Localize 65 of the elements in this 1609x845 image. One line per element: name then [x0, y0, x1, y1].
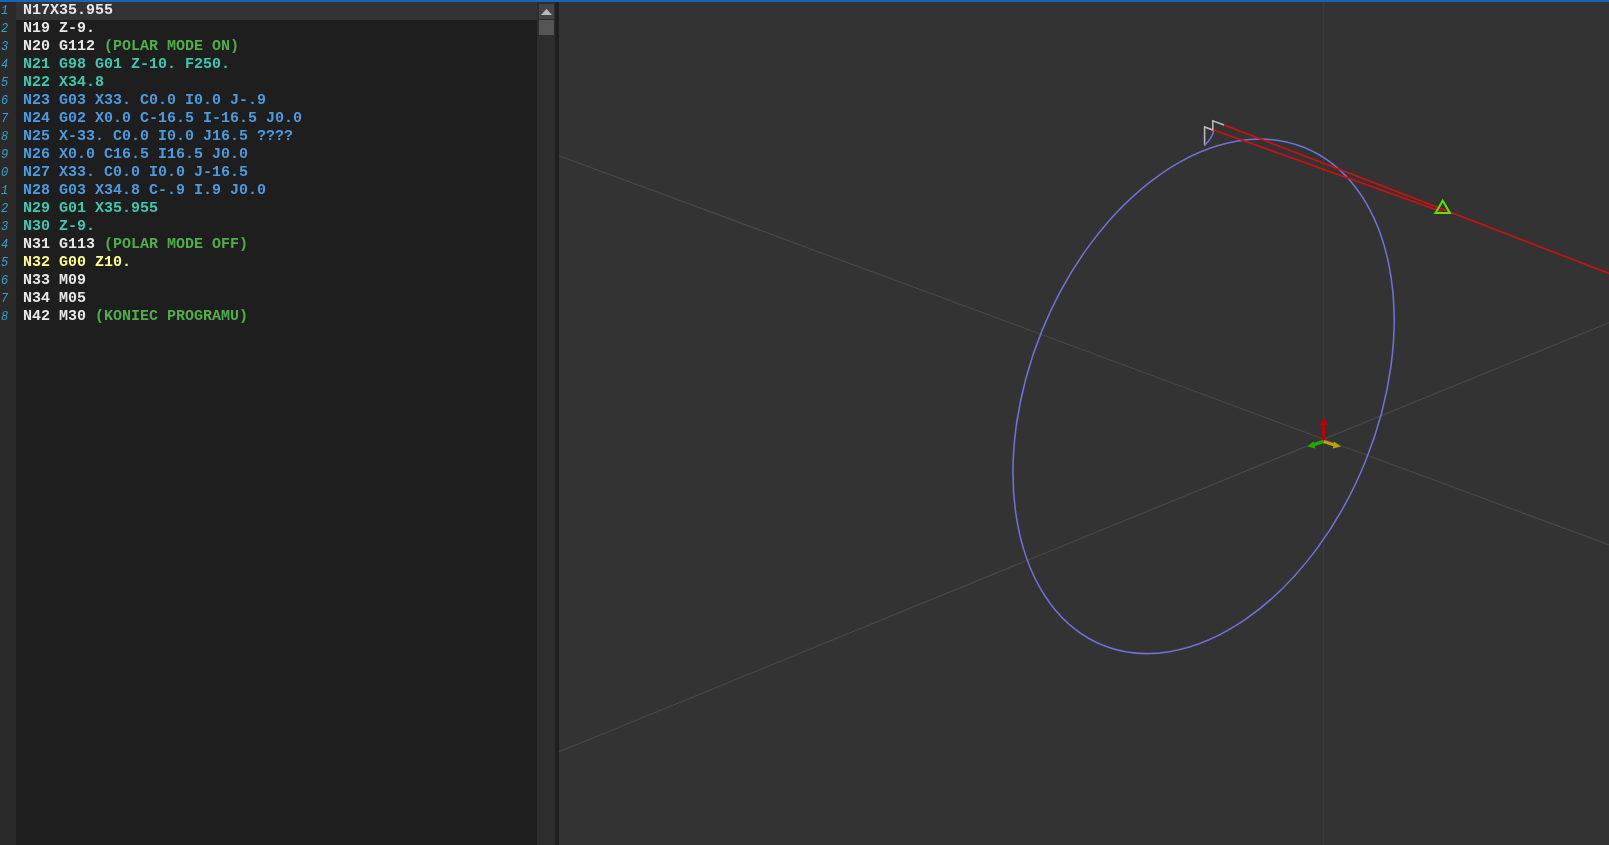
code-text: N19 Z-9.	[23, 20, 95, 37]
code-line[interactable]: N33 M09	[16, 272, 537, 290]
code-line[interactable]: N23 G03 X33. C0.0 I0.0 J-.9	[16, 92, 537, 110]
tool-position-marker-icon	[1433, 198, 1452, 215]
code-text: N34 M05	[23, 290, 86, 307]
code-line[interactable]: N31 G113 (POLAR MODE OFF)	[16, 236, 537, 254]
code-text: N17X35.955	[23, 2, 113, 19]
code-text: N21 G98 G01 Z-10. F250.	[23, 56, 231, 73]
code-text: N26 X0.0 C16.5 I16.5 J0.0	[23, 146, 249, 163]
code-text: N42 M30	[23, 308, 86, 325]
code-line[interactable]: N32 G00 Z10.	[16, 254, 537, 272]
line-number: 2	[0, 201, 10, 218]
line-number: 9	[0, 147, 10, 164]
toolpath-lead-in-drawing	[1203, 119, 1225, 147]
line-number: 7	[0, 111, 10, 128]
line-number: 3	[0, 39, 10, 56]
code-line[interactable]: N27 X33. C0.0 I0.0 J-16.5	[16, 164, 537, 182]
code-line[interactable]: N34 M05	[16, 290, 537, 308]
axis-gizmo-icon	[1307, 417, 1342, 449]
line-number: 1	[0, 183, 10, 200]
line-number: 6	[0, 93, 10, 110]
code-text: N20 G112	[23, 38, 95, 55]
scrollbar[interactable]	[537, 2, 555, 845]
line-number: 5	[0, 75, 10, 92]
line-number: 5	[0, 255, 10, 272]
code-text: N27 X33. C0.0 I0.0 J-16.5	[23, 164, 249, 181]
line-number: 8	[0, 129, 10, 146]
line-number: 3	[0, 219, 10, 236]
code-line[interactable]: N20 G112 (POLAR MODE ON)	[16, 38, 537, 56]
code-line[interactable]: N21 G98 G01 Z-10. F250.	[16, 56, 537, 74]
code-line[interactable]: N24 G02 X0.0 C-16.5 I-16.5 J0.0	[16, 110, 537, 128]
code-text: N23 G03 X33. C0.0 I0.0 J-.9	[23, 92, 267, 109]
code-comment: (POLAR MODE ON)	[104, 38, 240, 55]
line-number: 8	[0, 309, 10, 326]
code-comment: (POLAR MODE OFF)	[104, 236, 249, 253]
code-text: N24 G02 X0.0 C-16.5 I-16.5 J0.0	[23, 110, 303, 127]
code-text: N33 M09	[23, 272, 86, 289]
code-text: N30 Z-9.	[23, 218, 95, 235]
line-number: 2	[0, 21, 10, 38]
code-editor[interactable]	[0, 2, 537, 845]
code-text: N31 G113	[23, 236, 95, 253]
code-text: N25 X-33. C0.0 I0.0 J16.5 ????	[23, 128, 294, 145]
3d-viewport[interactable]	[559, 2, 1609, 845]
code-text: N28 G03 X34.8 C-.9 I.9 J0.0	[23, 182, 267, 199]
code-line[interactable]: N28 G03 X34.8 C-.9 I.9 J0.0	[16, 182, 537, 200]
line-number: 7	[0, 291, 10, 308]
line-number: 4	[0, 57, 10, 74]
code-line[interactable]: N30 Z-9.	[16, 218, 537, 236]
code-comment: (KONIEC PROGRAMU)	[95, 308, 249, 325]
line-number: 4	[0, 237, 10, 254]
code-line[interactable]: N25 X-33. C0.0 I0.0 J16.5 ????	[16, 128, 537, 146]
code-text: N32 G00 Z10.	[23, 254, 132, 271]
code-line[interactable]: N29 G01 X35.955	[16, 200, 537, 218]
code-line[interactable]: N42 M30 (KONIEC PROGRAMU)	[16, 308, 537, 326]
line-number: 1	[0, 3, 10, 20]
line-number: 0	[0, 165, 10, 182]
up-arrow-icon	[540, 8, 552, 15]
code-text: N29 G01 X35.955	[23, 200, 159, 217]
code-line[interactable]: N26 X0.0 C16.5 I16.5 J0.0	[16, 146, 537, 164]
line-number: 6	[0, 273, 10, 290]
scroll-thumb[interactable]	[538, 20, 554, 35]
code-line[interactable]: N19 Z-9.	[16, 20, 537, 38]
scroll-up-button[interactable]	[538, 4, 554, 19]
code-text: N22 X34.8	[23, 74, 104, 91]
code-line[interactable]: N22 X34.8	[16, 74, 537, 92]
